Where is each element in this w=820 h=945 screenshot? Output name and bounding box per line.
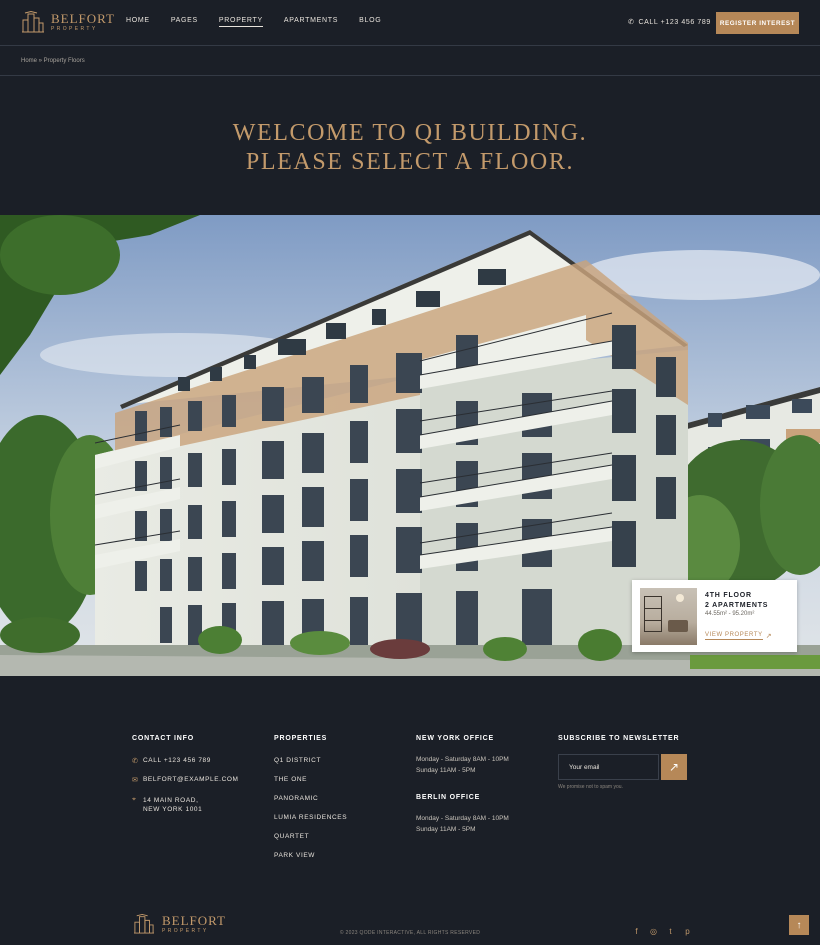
phone-icon: ✆ xyxy=(132,758,139,765)
arrow-up-icon: ↑ xyxy=(796,919,802,931)
site-header: BELFORT PROPERTY HOME PAGES PROPERTY APA… xyxy=(0,0,820,46)
newsletter-submit-button[interactable]: ↗ xyxy=(661,754,687,780)
twitter-icon[interactable]: t xyxy=(666,927,675,936)
ny-office-title: NEW YORK OFFICE xyxy=(416,735,494,742)
property-link-q1-district[interactable]: Q1 DISTRICT xyxy=(274,757,321,764)
pinterest-icon[interactable]: p xyxy=(683,927,692,936)
ny-hours-line-2: Sunday 11AM - 5PM xyxy=(416,767,476,774)
facebook-icon[interactable]: f xyxy=(632,927,641,936)
footer-logo-name: BELFORT xyxy=(162,913,227,928)
map-pin-icon: ⌖ xyxy=(132,796,137,803)
logo-subtitle: PROPERTY xyxy=(51,26,98,32)
scroll-to-top-button[interactable]: ↑ xyxy=(789,915,809,935)
nav-blog[interactable]: BLOG xyxy=(359,17,381,27)
properties-title: PROPERTIES xyxy=(274,735,328,742)
arrow-up-right-icon: ↗ xyxy=(765,633,772,640)
contact-title: CONTACT INFO xyxy=(132,735,194,742)
mail-icon: ✉ xyxy=(132,777,139,784)
nav-home[interactable]: HOME xyxy=(126,17,150,27)
ny-office-hours: Monday - Saturday 8AM - 10PM Sunday 11AM… xyxy=(416,754,509,776)
footer-properties: PROPERTIES Q1 DISTRICT THE ONE PANORAMIC… xyxy=(274,735,347,859)
logo[interactable]: BELFORT PROPERTY xyxy=(21,11,115,33)
floor-number: 4TH FLOOR xyxy=(705,592,752,599)
berlin-hours-line-1: Monday - Saturday 8AM - 10PM xyxy=(416,815,509,822)
footer-email[interactable]: ✉ BELFORT@EXAMPLE.COM xyxy=(132,776,239,784)
property-link-panoramic[interactable]: PANORAMIC xyxy=(274,795,318,802)
footer-offices: NEW YORK OFFICE Monday - Saturday 8AM - … xyxy=(416,735,509,833)
footer-newsletter: SUBSCRIBE TO NEWSLETTER Your email ↗ We … xyxy=(558,735,687,790)
logo-name: BELFORT xyxy=(51,11,116,26)
property-link-lumia-residences[interactable]: LUMIA RESIDENCES xyxy=(274,814,347,821)
floor-thumbnail-image xyxy=(640,588,697,645)
floor-info-card[interactable]: 4TH FLOOR 2 APARTMENTS 44.55m² - 95.20m²… xyxy=(632,580,797,652)
berlin-office-title: BERLIN OFFICE xyxy=(416,794,481,801)
newsletter-note: We promise not to spam you. xyxy=(558,784,623,790)
berlin-office-hours: Monday - Saturday 8AM - 10PM Sunday 11AM… xyxy=(416,813,509,835)
view-property-link[interactable]: VIEW PROPERTY ↗ xyxy=(705,632,772,640)
footer-phone-label: CALL +123 456 789 xyxy=(143,757,211,764)
floor-title: 4TH FLOOR 2 APARTMENTS xyxy=(705,591,768,610)
page-title-line-2: PLEASE SELECT A FLOOR. xyxy=(245,149,575,175)
nav-pages[interactable]: PAGES xyxy=(171,17,198,27)
footer-email-label: BELFORT@EXAMPLE.COM xyxy=(143,776,239,783)
ny-hours-line-1: Monday - Saturday 8AM - 10PM xyxy=(416,756,509,763)
instagram-icon[interactable]: ◎ xyxy=(649,927,658,936)
header-call-label: CALL +123 456 789 xyxy=(638,18,711,26)
social-links: f ◎ t p xyxy=(632,927,692,936)
address-line-1: 14 MAIN ROAD, xyxy=(143,797,199,804)
main-nav: HOME PAGES PROPERTY APARTMENTS BLOG xyxy=(126,17,402,27)
page-title: WELCOME TO QI BUILDING. PLEASE SELECT A … xyxy=(0,119,820,177)
berlin-hours-line-2: Sunday 11AM - 5PM xyxy=(416,826,476,833)
property-link-the-one[interactable]: THE ONE xyxy=(274,776,307,783)
header-call[interactable]: ✆ CALL +123 456 789 xyxy=(628,18,711,27)
breadcrumb[interactable]: Home » Property Floors xyxy=(21,58,85,64)
building-logo-icon xyxy=(22,11,44,33)
newsletter-email-input[interactable]: Your email xyxy=(558,754,659,780)
breadcrumb-bar: Home » Property Floors xyxy=(0,46,820,76)
register-interest-button[interactable]: REGISTER INTEREST xyxy=(716,12,799,34)
nav-property[interactable]: PROPERTY xyxy=(218,17,263,27)
floor-area: 44.55m² - 95.20m² xyxy=(705,611,755,617)
footer-address: ⌖ 14 MAIN ROAD, NEW YORK 1001 xyxy=(132,796,202,814)
phone-icon: ✆ xyxy=(628,19,635,26)
nav-apartments[interactable]: APARTMENTS xyxy=(284,17,338,27)
property-link-quartet[interactable]: QUARTET xyxy=(274,833,309,840)
page-title-line-1: WELCOME TO QI BUILDING. xyxy=(232,120,588,146)
footer-phone[interactable]: ✆ CALL +123 456 789 xyxy=(132,757,211,765)
footer-contact: CONTACT INFO ✆ CALL +123 456 789 ✉ BELFO… xyxy=(132,735,238,813)
newsletter-title: SUBSCRIBE TO NEWSLETTER xyxy=(558,735,680,742)
floor-apartments: 2 APARTMENTS xyxy=(705,601,769,609)
arrow-up-right-icon: ↗ xyxy=(668,760,680,774)
copyright: © 2023 QODE INTERACTIVE, ALL RIGHTS RESE… xyxy=(339,930,481,936)
property-link-park-view[interactable]: PARK VIEW xyxy=(274,852,315,859)
view-property-label: VIEW PROPERTY xyxy=(705,632,763,640)
address-line-2: NEW YORK 1001 xyxy=(143,806,203,813)
